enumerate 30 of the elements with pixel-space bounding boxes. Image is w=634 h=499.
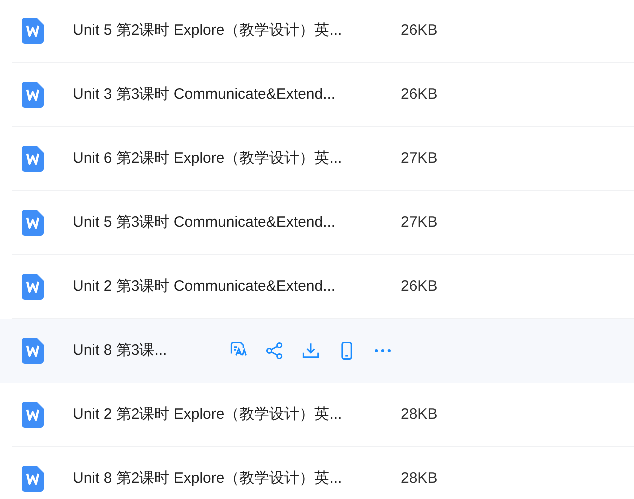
file-row[interactable]: Unit 2 第2课时 Explore（教学设计）英... 28KB [12, 383, 634, 447]
word-file-icon [22, 18, 44, 44]
file-name: Unit 8 第2课时 Explore（教学设计）英... [73, 469, 344, 488]
file-size: 27KB [401, 150, 438, 167]
file-size: 26KB [401, 278, 438, 295]
file-size: 28KB [401, 406, 438, 423]
file-row[interactable]: Unit 5 第3课时 Communicate&Extend... 27KB [12, 191, 634, 255]
file-size: 26KB [401, 22, 438, 39]
file-name: Unit 5 第3课时 Communicate&Extend... [73, 213, 337, 232]
file-size: 26KB [401, 86, 438, 103]
file-name: Unit 6 第2课时 Explore（教学设计）英... [73, 149, 344, 168]
file-name: Unit 3 第3课时 Communicate&Extend... [73, 85, 337, 104]
word-file-icon [22, 338, 44, 364]
file-name: Unit 2 第3课时 Communicate&Extend... [73, 277, 337, 296]
file-name: Unit 2 第2课时 Explore（教学设计）英... [73, 405, 344, 424]
file-row[interactable]: Unit 6 第2课时 Explore（教学设计）英... 27KB [12, 127, 634, 191]
word-file-icon [22, 274, 44, 300]
word-file-icon [22, 146, 44, 172]
file-size: 28KB [401, 470, 438, 487]
file-row[interactable]: Unit 5 第2课时 Explore（教学设计）英... 26KB [12, 0, 634, 63]
file-row[interactable]: Unit 8 第3课... [0, 319, 634, 383]
word-file-icon [22, 210, 44, 236]
file-row[interactable]: Unit 3 第3课时 Communicate&Extend... 26KB [12, 63, 634, 127]
file-name: Unit 5 第2课时 Explore（教学设计）英... [73, 21, 344, 40]
word-file-icon [22, 82, 44, 108]
file-name: Unit 8 第3课... [73, 341, 168, 360]
file-row[interactable]: Unit 8 第2课时 Explore（教学设计）英... 28KB [12, 447, 634, 499]
word-file-icon [22, 466, 44, 492]
file-size: 27KB [401, 214, 438, 231]
word-file-icon [22, 402, 44, 428]
